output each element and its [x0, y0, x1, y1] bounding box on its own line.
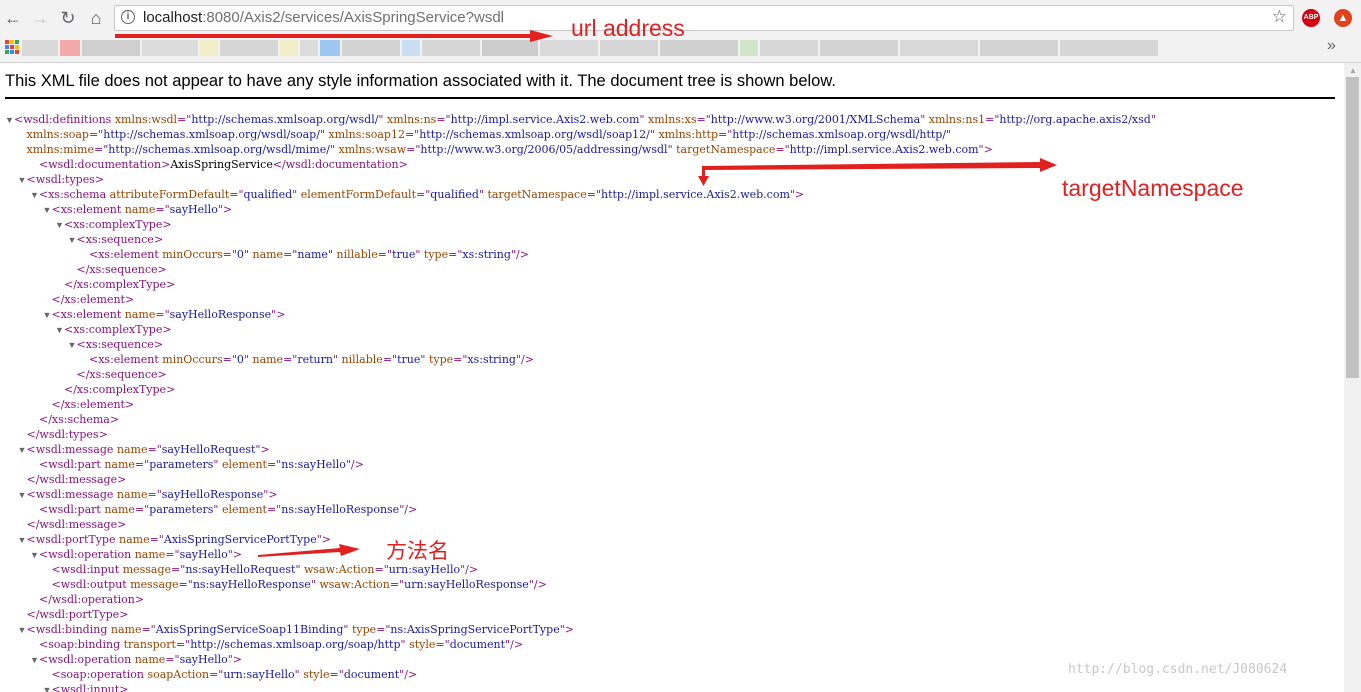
method-name-annotation: 方法名: [386, 540, 449, 563]
watermark: http://blog.csdn.net/J080624: [1068, 662, 1288, 677]
annotation-arrows: [115, 30, 1057, 557]
namespace-annotation: targetNamespace: [1062, 175, 1244, 201]
url-arrow: [115, 30, 553, 42]
namespace-arrow: [703, 158, 1057, 172]
url-annotation: url address: [571, 15, 685, 41]
method-arrow: [258, 544, 360, 557]
